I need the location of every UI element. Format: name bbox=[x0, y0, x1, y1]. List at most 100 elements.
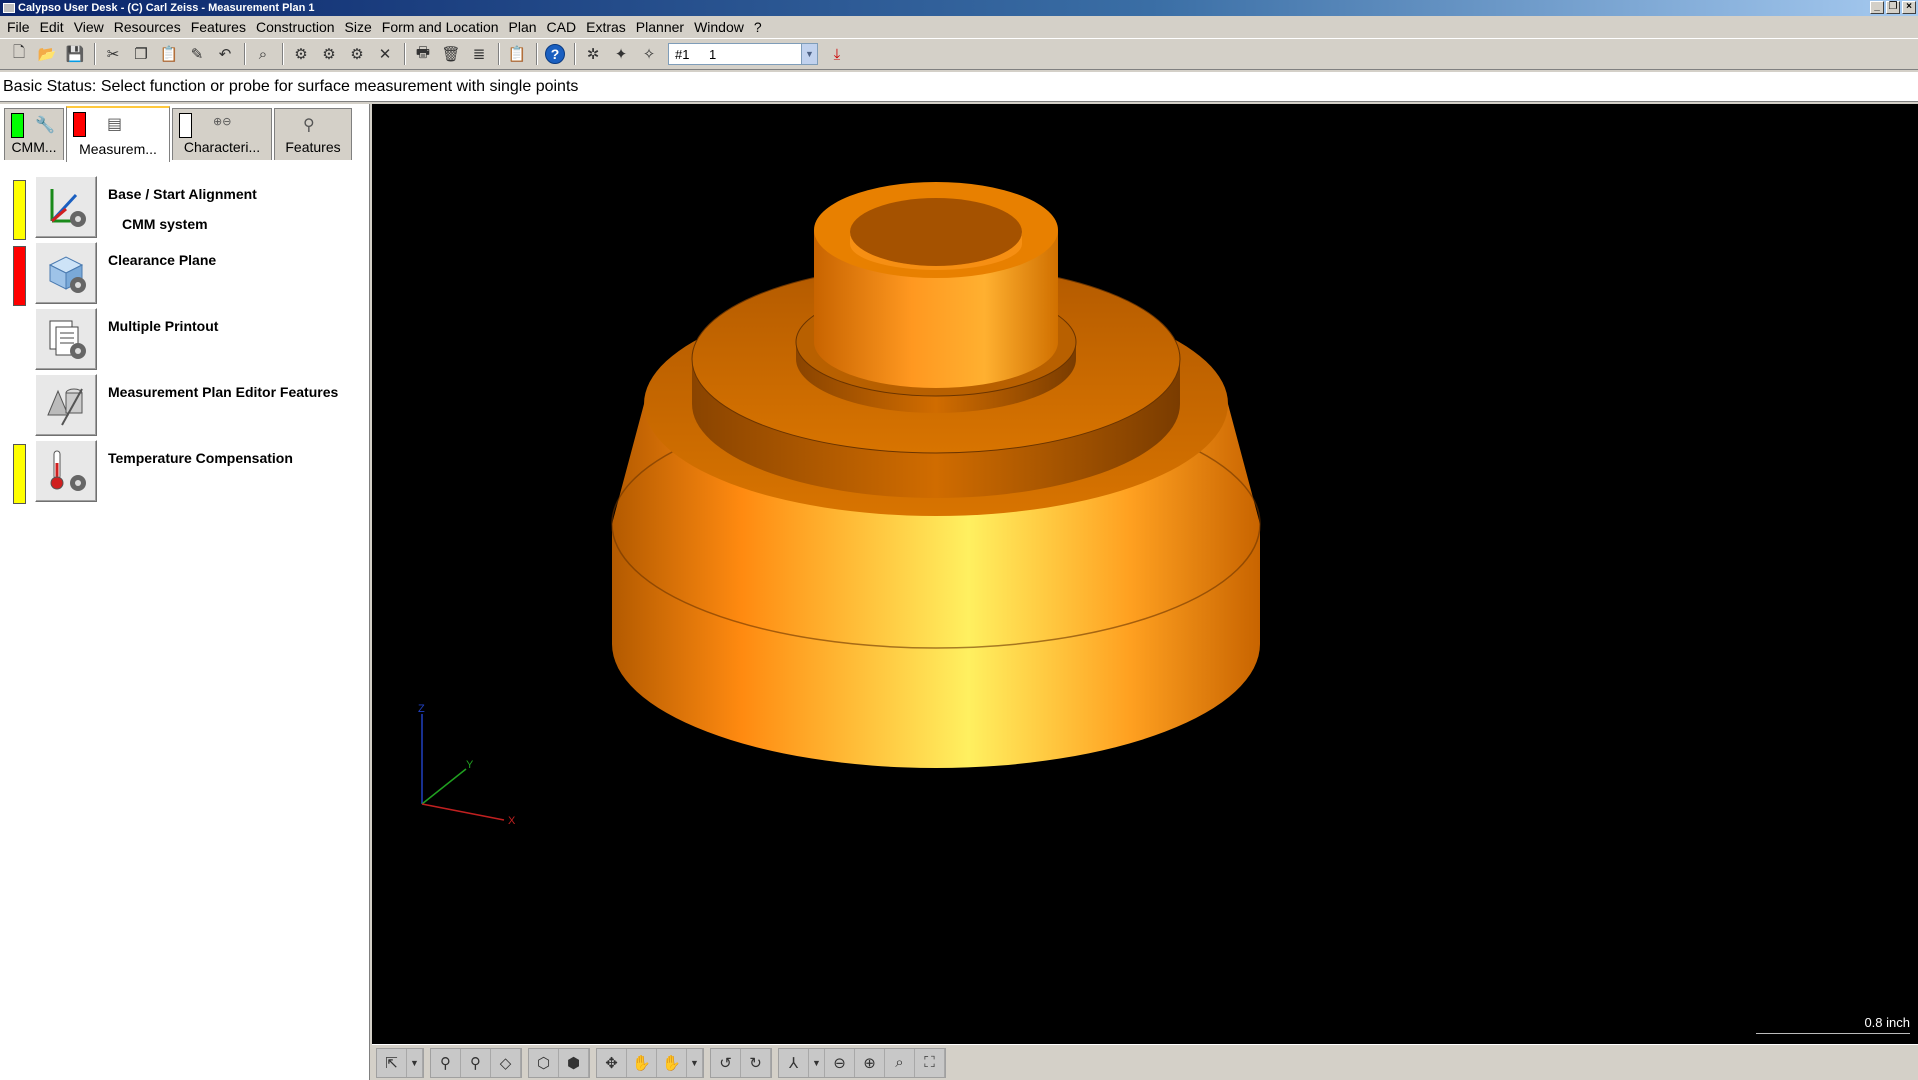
editor-features-icon bbox=[47, 388, 83, 426]
toolbar-separator bbox=[498, 43, 500, 65]
solid-icon[interactable]: ⬢ bbox=[559, 1048, 589, 1077]
feature-labels-icon[interactable]: ⚲ bbox=[461, 1048, 491, 1077]
probe-down-icon[interactable]: ⤓ bbox=[824, 41, 850, 67]
chevron-down-icon[interactable]: ▼ bbox=[407, 1048, 423, 1077]
tab-features[interactable]: ⚲ Features bbox=[274, 108, 352, 160]
tab-label: CMM... bbox=[11, 139, 57, 155]
menu-features[interactable]: Features bbox=[186, 19, 251, 35]
task-label[interactable]: Multiple Printout bbox=[108, 318, 218, 334]
paste-icon[interactable]: 📋 bbox=[156, 41, 182, 67]
task-label[interactable]: Base / Start Alignment bbox=[108, 186, 257, 202]
view-group-render: ⬡ ⬢ bbox=[528, 1047, 590, 1078]
copy-icon[interactable]: ❐ bbox=[128, 41, 154, 67]
probe-selector-prefix: #1 bbox=[675, 46, 690, 62]
wrench-icon: 🔧 bbox=[35, 117, 55, 134]
axis-triad bbox=[421, 714, 505, 821]
zoom-fit-icon[interactable]: ⛶ bbox=[915, 1048, 945, 1077]
open-file-icon[interactable]: 📂 bbox=[34, 41, 60, 67]
task-temperature-compensation: Temperature Compensation bbox=[0, 440, 370, 506]
feature-tool-icon[interactable]: ⚙ bbox=[288, 41, 314, 67]
menu-construction[interactable]: Construction bbox=[251, 19, 340, 35]
zoom-out-icon[interactable]: ⊖ bbox=[825, 1048, 855, 1077]
axis-z-label: Z bbox=[418, 703, 425, 715]
feature-delete-icon[interactable]: ✕ bbox=[372, 41, 398, 67]
editor-features-button[interactable] bbox=[35, 374, 97, 436]
print-icon[interactable]: 🖶 bbox=[410, 41, 436, 67]
clipboard-icon[interactable]: 📋 bbox=[504, 41, 530, 67]
select-mode-icon[interactable]: ⇱ bbox=[377, 1048, 407, 1077]
close-button[interactable]: × bbox=[1902, 1, 1916, 14]
task-label[interactable]: Clearance Plane bbox=[108, 252, 216, 268]
status-swatch bbox=[73, 112, 86, 137]
feature-display-icon[interactable]: ⚲ bbox=[431, 1048, 461, 1077]
menu-size[interactable]: Size bbox=[340, 19, 377, 35]
help-button[interactable]: ? bbox=[542, 41, 568, 67]
chevron-down-icon[interactable]: ▼ bbox=[809, 1048, 825, 1077]
scale-label: 0.8 inch bbox=[1864, 1015, 1910, 1030]
menu-cad[interactable]: CAD bbox=[542, 19, 582, 35]
task-editor-features: Measurement Plan Editor Features bbox=[0, 374, 370, 440]
new-file-icon[interactable]: 🗋 bbox=[6, 41, 32, 67]
find-icon[interactable]: ⌕ bbox=[250, 41, 276, 67]
rotate-left-icon[interactable]: ↺ bbox=[711, 1048, 741, 1077]
menu-resources[interactable]: Resources bbox=[109, 19, 186, 35]
alignment-button[interactable] bbox=[35, 176, 97, 238]
printout-button[interactable] bbox=[35, 308, 97, 370]
scale-bar bbox=[1756, 1033, 1910, 1034]
toolbar-separator bbox=[282, 43, 284, 65]
view-group-zoom: ⅄ ▼ ⊖ ⊕ ⌕ ⛶ bbox=[778, 1047, 946, 1078]
task-label[interactable]: Measurement Plan Editor Features bbox=[108, 384, 338, 400]
menu-view[interactable]: View bbox=[69, 19, 109, 35]
chevron-down-icon[interactable]: ▼ bbox=[801, 44, 817, 64]
cube-outline-icon[interactable]: ◇ bbox=[491, 1048, 521, 1077]
minimize-button[interactable]: _ bbox=[1870, 1, 1884, 14]
chevron-down-icon[interactable]: ▼ bbox=[687, 1048, 703, 1077]
menu-edit[interactable]: Edit bbox=[35, 19, 69, 35]
probe-icon[interactable]: ✲ bbox=[580, 41, 606, 67]
probe-axis-icon[interactable]: ✦ bbox=[608, 41, 634, 67]
save-icon[interactable]: 💾 bbox=[62, 41, 88, 67]
menu-planner[interactable]: Planner bbox=[631, 19, 689, 35]
menu-extras[interactable]: Extras bbox=[581, 19, 631, 35]
hand-icon[interactable]: ✋ bbox=[627, 1048, 657, 1077]
feature-edit-icon[interactable]: ⚙ bbox=[316, 41, 342, 67]
restore-button[interactable]: ❐ bbox=[1886, 1, 1900, 14]
pan-icon[interactable]: ✥ bbox=[597, 1048, 627, 1077]
temperature-button[interactable] bbox=[35, 440, 97, 502]
wireframe-icon[interactable]: ⬡ bbox=[529, 1048, 559, 1077]
tab-cmm[interactable]: 🔧 CMM... bbox=[4, 108, 64, 160]
plan-icon: ▤ bbox=[107, 116, 123, 133]
menu-form-and-location[interactable]: Form and Location bbox=[377, 19, 504, 35]
toolbar-separator bbox=[404, 43, 406, 65]
probe-selector[interactable]: #1 1 ▼ bbox=[668, 43, 818, 65]
task-label[interactable]: Temperature Compensation bbox=[108, 450, 293, 466]
status-bar bbox=[13, 180, 26, 240]
cad-viewport[interactable]: Z Y X 0.8 inch bbox=[372, 104, 1918, 1044]
feature-check-icon[interactable]: ⚙ bbox=[344, 41, 370, 67]
zoom-in-icon[interactable]: ⊕ bbox=[855, 1048, 885, 1077]
tab-measurement[interactable]: ▤ Measurem... bbox=[66, 106, 170, 162]
view-orientation-icon[interactable]: ⅄ bbox=[779, 1048, 809, 1077]
menu-plan[interactable]: Plan bbox=[504, 19, 542, 35]
cut-icon[interactable]: ✂ bbox=[100, 41, 126, 67]
rotate-right-icon[interactable]: ↻ bbox=[741, 1048, 771, 1077]
edit-icon[interactable]: ✎ bbox=[184, 41, 210, 67]
app-icon bbox=[3, 3, 15, 13]
rotate-xyz-icon[interactable]: ✋ bbox=[657, 1048, 687, 1077]
task-sublabel[interactable]: CMM system bbox=[122, 216, 208, 232]
status-swatch bbox=[11, 113, 24, 138]
undo-icon[interactable]: ↶ bbox=[212, 41, 238, 67]
report-icon[interactable]: ≣ bbox=[466, 41, 492, 67]
features-icon: ⚲ bbox=[303, 117, 315, 134]
trash-icon[interactable]: 🗑 bbox=[438, 41, 464, 67]
thermometer-icon bbox=[50, 450, 86, 491]
tab-characteristics[interactable]: ⊕⊖ Characteri... bbox=[172, 108, 272, 160]
clearance-plane-button[interactable] bbox=[35, 242, 97, 304]
menu-window[interactable]: Window bbox=[689, 19, 749, 35]
task-clearance-plane: Clearance Plane bbox=[0, 242, 370, 308]
zoom-icon[interactable]: ⌕ bbox=[885, 1048, 915, 1077]
menu-file[interactable]: File bbox=[2, 19, 35, 35]
menu-help[interactable]: ? bbox=[749, 19, 767, 35]
axis-x-label: X bbox=[508, 815, 516, 827]
probe-select-icon[interactable]: ✧ bbox=[636, 41, 662, 67]
